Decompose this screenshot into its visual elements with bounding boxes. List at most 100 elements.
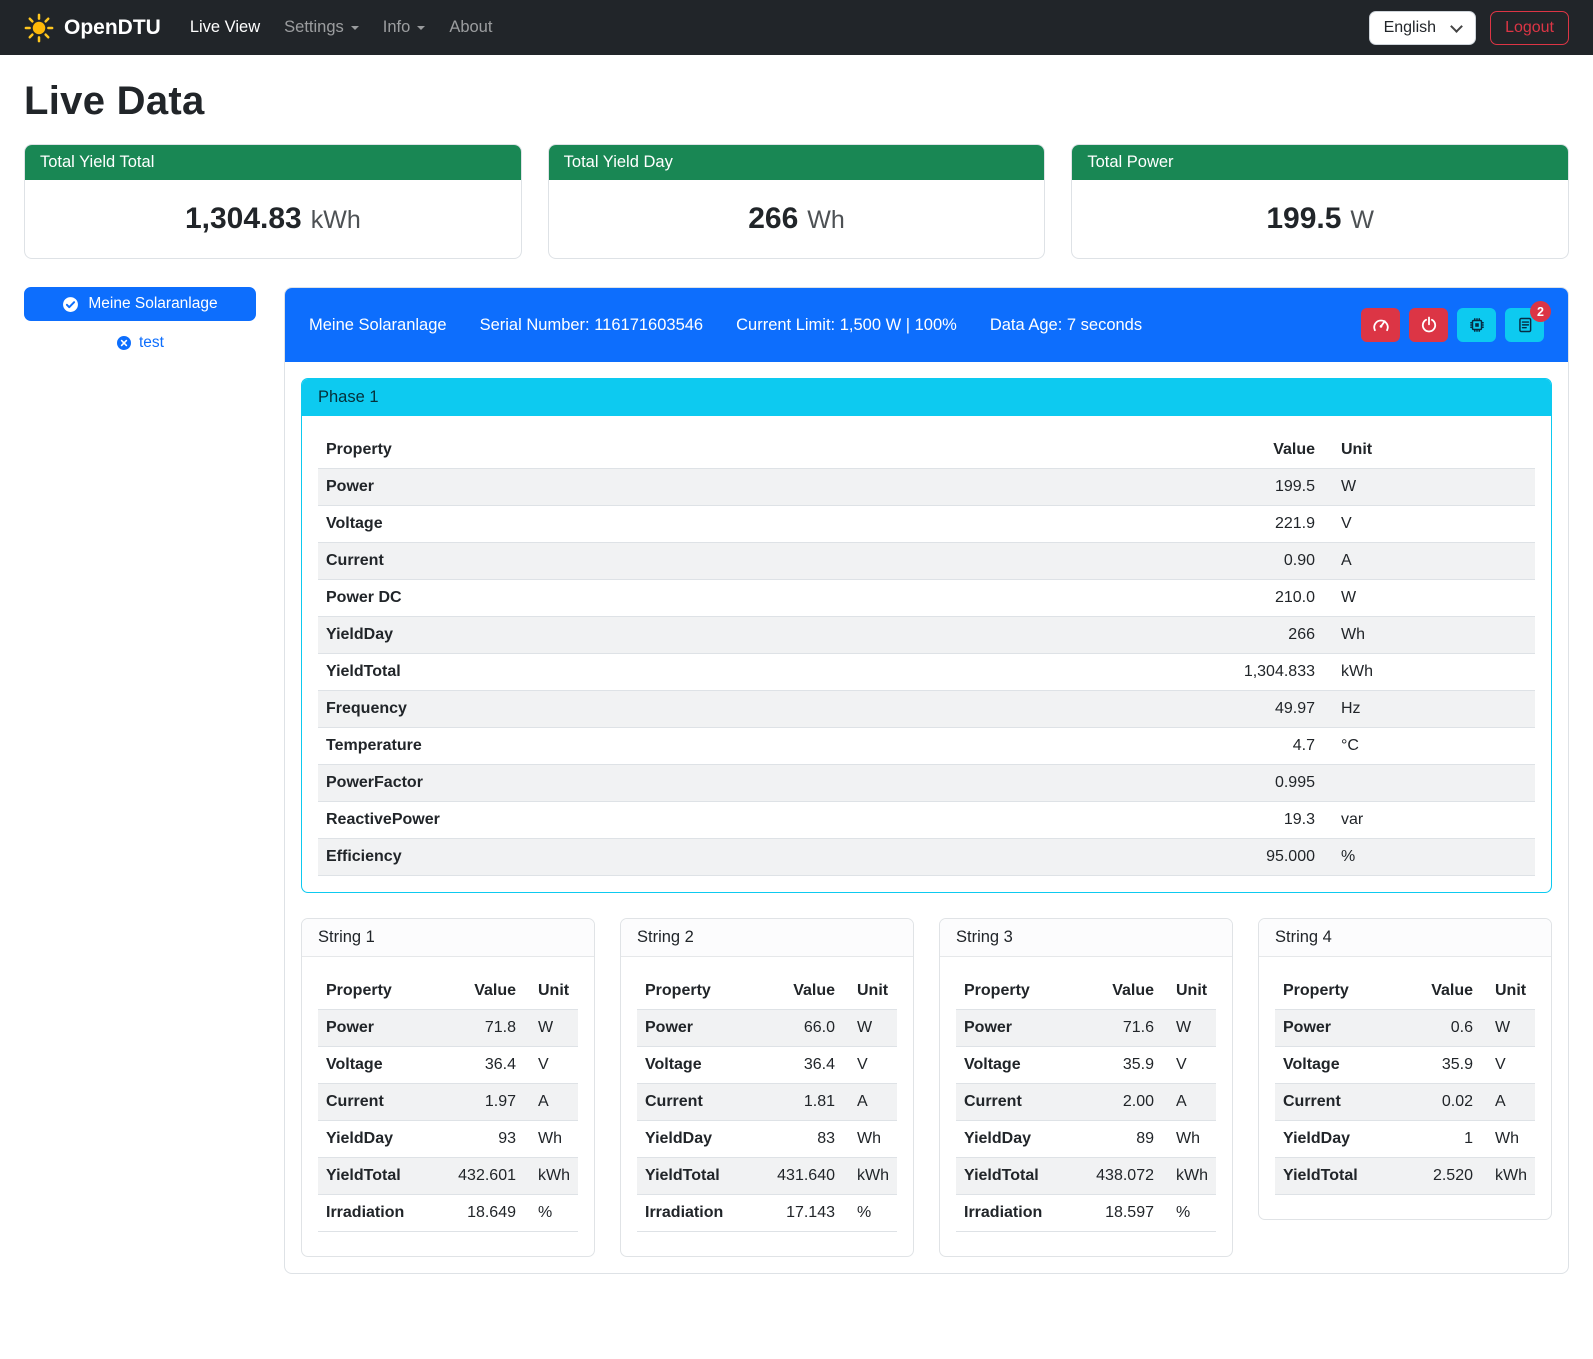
card-body: 266 Wh [549,180,1045,258]
property-unit: Wh [1323,617,1535,654]
property-name: Irradiation [637,1195,752,1232]
string-4-table-body: Power0.6WVoltage35.9VCurrent0.02AYieldDa… [1275,1010,1535,1195]
property-value: 1 [1401,1121,1481,1158]
property-name: Temperature [318,728,1193,765]
power-button[interactable] [1409,308,1448,342]
inverter-name: Meine Solaranlage [309,316,447,335]
property-value: 49.97 [1193,691,1323,728]
col-property: Property [1275,973,1401,1010]
property-value: 266 [1193,617,1323,654]
table-header-row: Property Value Unit [318,973,578,1010]
col-value: Value [433,973,524,1010]
total-yield-total-value: 1,304.83 [185,202,302,236]
property-value: 1.97 [433,1084,524,1121]
property-name: YieldTotal [318,654,1193,691]
property-value: 210.0 [1193,580,1323,617]
property-name: YieldDay [1275,1121,1401,1158]
phase-table: Property Value Unit Power199.5WVoltage22… [318,432,1535,876]
property-value: 431.640 [752,1158,843,1195]
string-3-table: Property Value Unit Power71.6WVoltage35.… [956,973,1216,1232]
nav-about[interactable]: About [438,10,503,45]
property-unit: V [843,1047,897,1084]
table-row: Current0.90A [318,543,1535,580]
event-log-button[interactable]: 2 [1505,308,1544,342]
logout-button[interactable]: Logout [1490,11,1569,45]
limit-settings-button[interactable] [1361,308,1400,342]
total-yield-day-unit: Wh [807,206,845,235]
property-name: PowerFactor [318,765,1193,802]
property-name: YieldTotal [318,1158,433,1195]
table-header-row: Property Value Unit [956,973,1216,1010]
table-row: YieldTotal432.601kWh [318,1158,578,1195]
table-row: YieldDay266Wh [318,617,1535,654]
property-value: 17.143 [752,1195,843,1232]
property-unit: A [1323,543,1535,580]
property-value: 66.0 [752,1010,843,1047]
brand-label: OpenDTU [64,16,161,40]
table-row: Irradiation18.649% [318,1195,578,1232]
string-table-head: Property Value Unit [318,973,578,1010]
property-name: Voltage [1275,1047,1401,1084]
phase-card: Phase 1 Property Value Unit Power199.5WV… [301,378,1552,893]
table-row: YieldTotal438.072kWh [956,1158,1216,1195]
property-unit: W [1323,580,1535,617]
inverter-serial: Serial Number: 116171603546 [480,316,704,335]
phase-table-body: Power199.5WVoltage221.9VCurrent0.90APowe… [318,469,1535,876]
property-unit [1323,765,1535,802]
phase-title: Phase 1 [302,379,1551,416]
property-value: 221.9 [1193,506,1323,543]
inverter-item-test[interactable]: test [24,334,256,352]
table-row: Voltage36.4V [318,1047,578,1084]
property-name: Irradiation [318,1195,433,1232]
string-1-table: Property Value Unit Power71.8WVoltage36.… [318,973,578,1232]
property-value: 438.072 [1071,1158,1162,1195]
table-row: Power0.6W [1275,1010,1535,1047]
property-unit: V [1323,506,1535,543]
property-unit: V [524,1047,578,1084]
inverter-select-button[interactable]: Meine Solaranlage [24,287,256,321]
col-property: Property [318,973,433,1010]
property-unit: Hz [1323,691,1535,728]
device-info-button[interactable] [1457,308,1496,342]
card-body: 199.5 W [1072,180,1568,258]
property-value: 2.00 [1071,1084,1162,1121]
col-unit: Unit [1323,432,1535,469]
table-row: Current1.97A [318,1084,578,1121]
property-value: 0.90 [1193,543,1323,580]
property-value: 0.02 [1401,1084,1481,1121]
col-unit: Unit [1481,973,1535,1010]
col-unit: Unit [843,973,897,1010]
col-unit: Unit [1162,973,1216,1010]
property-value: 71.8 [433,1010,524,1047]
table-row: YieldDay1Wh [1275,1121,1535,1158]
page-container: Live Data Total Yield Total 1,304.83 kWh… [0,55,1593,1302]
property-unit: W [1162,1010,1216,1047]
gauge-icon [1372,316,1390,334]
property-value: 1,304.833 [1193,654,1323,691]
string-2-table-body: Power66.0WVoltage36.4VCurrent1.81AYieldD… [637,1010,897,1232]
nav-live-view[interactable]: Live View [179,10,271,45]
table-row: YieldDay83Wh [637,1121,897,1158]
property-value: 36.4 [752,1047,843,1084]
strings-row: String 1 Property Value Unit [301,918,1552,1257]
language-select[interactable]: English [1369,11,1476,45]
property-unit: kWh [524,1158,578,1195]
card-total-yield-day: Total Yield Day 266 Wh [548,144,1046,259]
property-name: YieldTotal [637,1158,752,1195]
string-1-card: String 1 Property Value Unit [301,918,595,1257]
property-name: Power [956,1010,1071,1047]
property-value: 0.995 [1193,765,1323,802]
language-selected-value: English [1384,19,1436,37]
table-row: Power71.8W [318,1010,578,1047]
property-name: Power DC [318,580,1193,617]
nav-settings[interactable]: Settings [273,10,370,45]
property-value: 18.597 [1071,1195,1162,1232]
property-unit: A [1162,1084,1216,1121]
card-body: 1,304.83 kWh [25,180,521,258]
nav-info[interactable]: Info [372,10,437,45]
brand[interactable]: OpenDTU [24,13,161,43]
property-name: Power [1275,1010,1401,1047]
property-value: 36.4 [433,1047,524,1084]
property-value: 35.9 [1401,1047,1481,1084]
property-value: 18.649 [433,1195,524,1232]
